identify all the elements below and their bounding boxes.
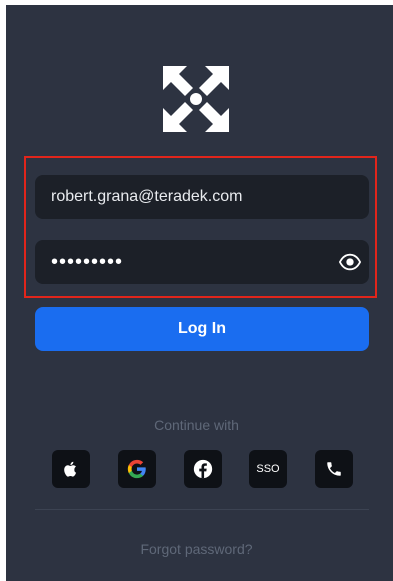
google-icon <box>127 459 146 479</box>
google-login-button[interactable] <box>118 450 156 488</box>
facebook-icon <box>193 459 213 479</box>
apple-icon <box>64 461 77 477</box>
show-password-icon[interactable] <box>339 251 361 273</box>
sso-icon: SSO <box>256 463 280 475</box>
divider <box>35 509 369 510</box>
email-value: robert.grana@teradek.com <box>51 188 243 205</box>
facebook-login-button[interactable] <box>184 450 222 488</box>
continue-with-label: Continue with <box>154 417 239 433</box>
phone-icon <box>327 462 341 476</box>
email-field[interactable]: robert.grana@teradek.com <box>35 175 369 219</box>
password-value: ••••••••• <box>51 250 124 273</box>
social-login-row: SSO <box>0 450 393 488</box>
sso-login-button[interactable]: SSO <box>249 450 287 488</box>
password-field[interactable]: ••••••••• <box>35 240 369 284</box>
login-button-label: Log In <box>178 320 226 337</box>
forgot-password-link[interactable]: Forgot password? <box>0 541 393 557</box>
apple-login-button[interactable] <box>52 450 90 488</box>
phone-login-button[interactable] <box>315 450 353 488</box>
login-button[interactable]: Log In <box>35 307 369 351</box>
app-logo-icon <box>163 66 229 132</box>
